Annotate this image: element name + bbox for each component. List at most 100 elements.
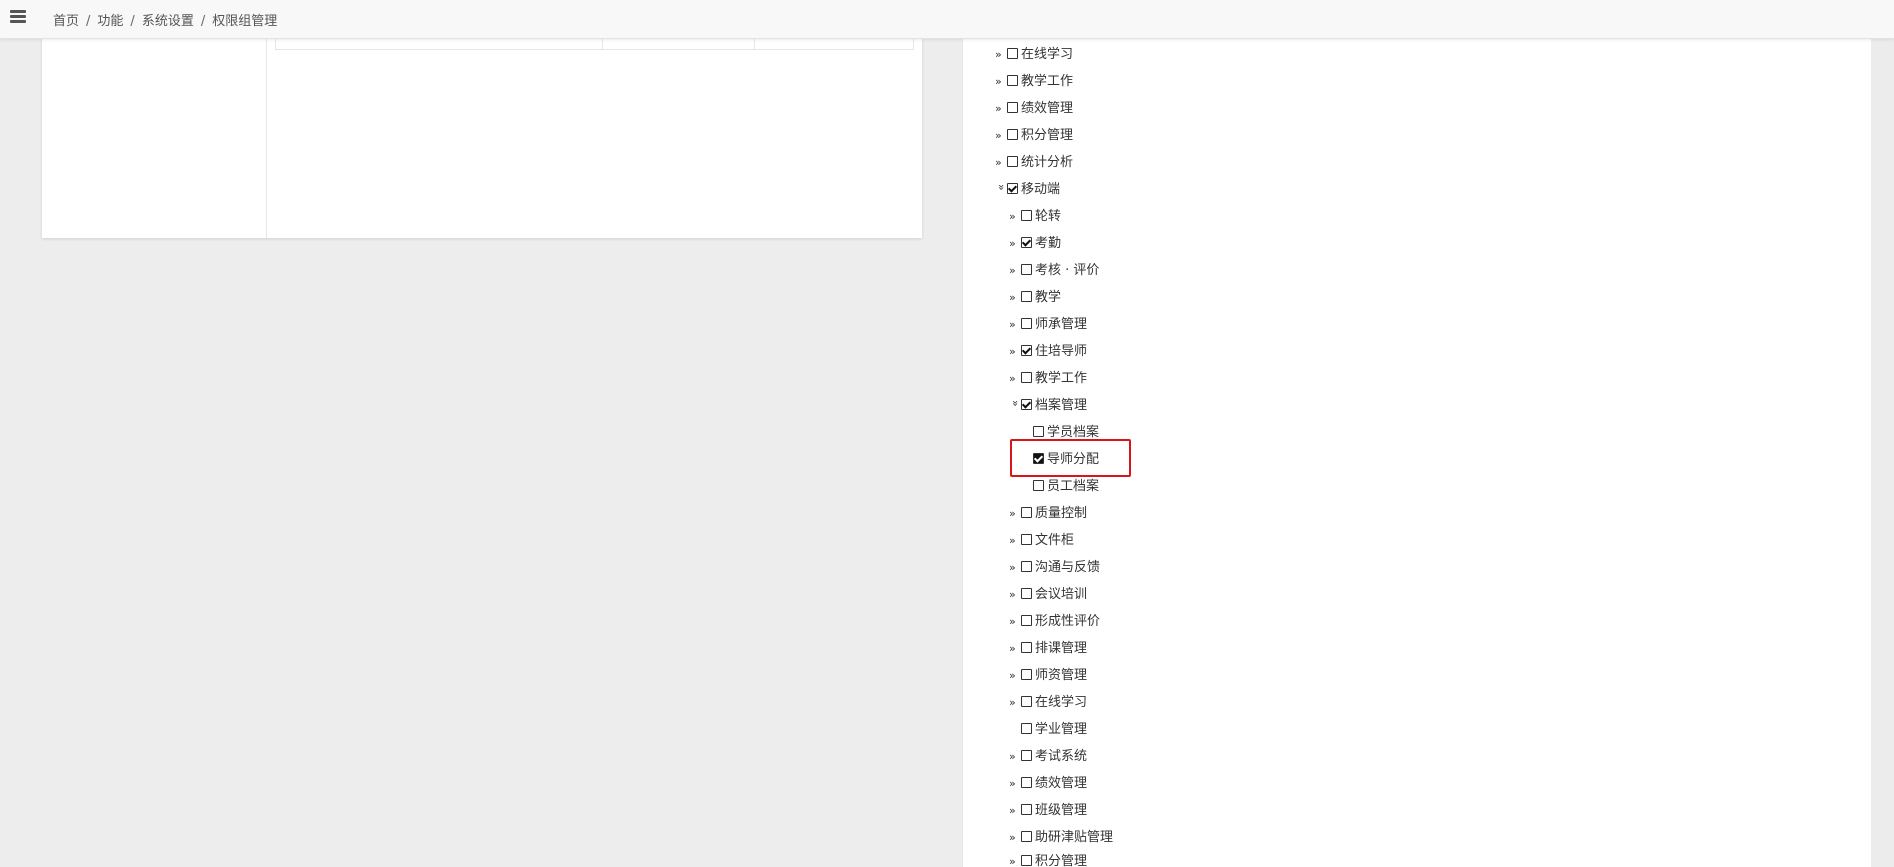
expand-icon[interactable]: » [1009, 234, 1021, 254]
expand-icon[interactable]: » [1009, 585, 1021, 605]
expand-icon[interactable]: » [1009, 852, 1021, 867]
expand-icon[interactable]: » [1009, 828, 1021, 848]
tree-node-label: 考勤 [1035, 236, 1062, 251]
tree-node-label: 积分管理 [1035, 854, 1088, 867]
tree-node-online-learning[interactable]: » 在线学习 [995, 45, 1073, 65]
checkbox-unchecked[interactable] [1021, 534, 1032, 545]
breadcrumb-separator: / [86, 14, 91, 29]
table-column-divider [754, 38, 755, 49]
checkbox-checked[interactable] [1033, 453, 1044, 464]
checkbox-unchecked[interactable] [1007, 156, 1018, 167]
expand-icon[interactable]: » [995, 126, 1007, 146]
expand-icon[interactable]: » [1009, 666, 1021, 686]
tree-node-teaching-work[interactable]: » 教学工作 [995, 72, 1073, 92]
expand-icon[interactable]: » [1009, 504, 1021, 524]
checkbox-unchecked[interactable] [1021, 507, 1032, 518]
tree-node-performance[interactable]: » 绩效管理 [995, 99, 1073, 119]
checkbox-unchecked[interactable] [1021, 696, 1032, 707]
checkbox-unchecked[interactable] [1021, 210, 1032, 221]
tree-node-staff-archive[interactable]: 员工档案 [1033, 477, 1099, 497]
checkbox-unchecked[interactable] [1033, 480, 1044, 491]
tree-node-mobile[interactable]: » 移动端 [995, 180, 1060, 200]
tree-node-exam-system[interactable]: » 考试系统 [1009, 747, 1087, 767]
tree-node-statistics[interactable]: » 统计分析 [995, 153, 1073, 173]
permission-group-list-panel [42, 38, 922, 238]
checkbox-unchecked[interactable] [1021, 588, 1032, 599]
tree-node-formative-evaluation[interactable]: » 形成性评价 [1009, 612, 1100, 632]
checkbox-unchecked[interactable] [1021, 804, 1032, 815]
expand-icon[interactable]: » [1009, 774, 1021, 794]
expand-icon[interactable]: » [1009, 747, 1021, 767]
tree-node-feedback[interactable]: » 沟通与反馈 [1009, 558, 1100, 578]
checkbox-unchecked[interactable] [1021, 318, 1032, 329]
breadcrumb-system-settings[interactable]: 系统设置 [142, 14, 194, 29]
expand-icon[interactable]: » [1009, 315, 1021, 335]
checkbox-unchecked[interactable] [1007, 48, 1018, 59]
hamburger-menu-icon[interactable] [10, 10, 26, 24]
expand-icon[interactable]: » [1009, 693, 1021, 713]
checkbox-unchecked[interactable] [1021, 615, 1032, 626]
breadcrumb-home[interactable]: 首页 [53, 14, 79, 29]
tree-node-mobile-performance[interactable]: » 绩效管理 [1009, 774, 1087, 794]
expand-icon[interactable]: » [1009, 612, 1021, 632]
top-bar: 首页 / 功能 / 系统设置 / 权限组管理 [0, 0, 1894, 39]
expand-icon[interactable]: » [995, 153, 1007, 173]
column-divider [266, 38, 267, 238]
checkbox-unchecked[interactable] [1007, 129, 1018, 140]
checkbox-unchecked[interactable] [1021, 855, 1032, 866]
expand-icon[interactable]: » [1009, 288, 1021, 308]
checkbox-checked[interactable] [1021, 237, 1032, 248]
checkbox-unchecked[interactable] [1021, 264, 1032, 275]
checkbox-unchecked[interactable] [1021, 831, 1032, 842]
expand-icon[interactable]: » [995, 72, 1007, 92]
tree-node-assessment[interactable]: » 考核 · 评价 [1009, 261, 1099, 281]
tree-node-rotation[interactable]: » 轮转 [1009, 207, 1061, 227]
checkbox-unchecked[interactable] [1007, 75, 1018, 86]
expand-icon[interactable]: » [1009, 801, 1021, 821]
checkbox-unchecked[interactable] [1021, 723, 1032, 734]
breadcrumb-separator: / [130, 14, 135, 29]
tree-node-academic[interactable]: 学业管理 [1021, 720, 1087, 740]
checkbox-checked[interactable] [1007, 183, 1018, 194]
expand-icon[interactable]: » [1009, 639, 1021, 659]
tree-node-label: 教学 [1035, 290, 1062, 305]
tree-node-tutor-assignment[interactable]: 导师分配 [1033, 450, 1099, 470]
expand-icon[interactable]: » [995, 99, 1007, 119]
expand-icon[interactable]: » [1009, 342, 1021, 362]
expand-icon[interactable]: » [1009, 558, 1021, 578]
expand-icon[interactable]: » [1009, 261, 1021, 281]
checkbox-checked[interactable] [1021, 399, 1032, 410]
tree-node-research-allowance[interactable]: » 助研津贴管理 [1009, 828, 1113, 848]
tree-node-class-management[interactable]: » 班级管理 [1009, 801, 1087, 821]
expand-icon[interactable]: » [1009, 207, 1021, 227]
checkbox-checked[interactable] [1021, 345, 1032, 356]
tree-node-mentorship[interactable]: » 师承管理 [1009, 315, 1087, 335]
checkbox-unchecked[interactable] [1021, 642, 1032, 653]
tree-node-teaching[interactable]: » 教学 [1009, 288, 1061, 308]
expand-icon[interactable]: » [1009, 531, 1021, 551]
checkbox-unchecked[interactable] [1021, 561, 1032, 572]
tree-node-label: 助研津贴管理 [1035, 830, 1114, 845]
tree-node-meeting-training[interactable]: » 会议培训 [1009, 585, 1087, 605]
tree-node-scheduling[interactable]: » 排课管理 [1009, 639, 1087, 659]
expand-icon[interactable]: » [1009, 369, 1021, 389]
tree-node-attendance[interactable]: » 考勤 [1009, 234, 1061, 254]
checkbox-unchecked[interactable] [1007, 102, 1018, 113]
breadcrumb-functions[interactable]: 功能 [97, 14, 123, 29]
expand-icon[interactable]: » [995, 45, 1007, 65]
tree-node-mobile-online-learning[interactable]: » 在线学习 [1009, 693, 1087, 713]
checkbox-unchecked[interactable] [1021, 372, 1032, 383]
tree-node-points[interactable]: » 积分管理 [995, 126, 1073, 146]
tree-node-archive[interactable]: » 档案管理 [1009, 396, 1087, 416]
tree-node-mobile-points[interactable]: » 积分管理 [1009, 852, 1087, 867]
checkbox-unchecked[interactable] [1021, 750, 1032, 761]
checkbox-unchecked[interactable] [1033, 426, 1044, 437]
checkbox-unchecked[interactable] [1021, 291, 1032, 302]
tree-node-mobile-teaching-work[interactable]: » 教学工作 [1009, 369, 1087, 389]
checkbox-unchecked[interactable] [1021, 777, 1032, 788]
tree-node-quality-control[interactable]: » 质量控制 [1009, 504, 1087, 524]
checkbox-unchecked[interactable] [1021, 669, 1032, 680]
tree-node-faculty[interactable]: » 师资管理 [1009, 666, 1087, 686]
tree-node-resident-tutor[interactable]: » 住培导师 [1009, 342, 1087, 362]
tree-node-file-cabinet[interactable]: » 文件柜 [1009, 531, 1074, 551]
